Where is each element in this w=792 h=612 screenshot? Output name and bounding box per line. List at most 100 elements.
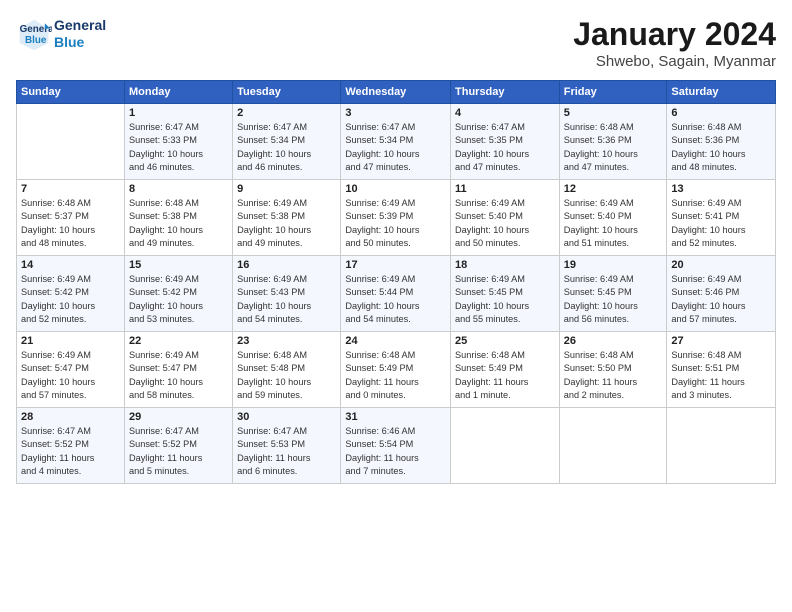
day-info: Sunrise: 6:48 AMSunset: 5:49 PMDaylight:… [345, 349, 446, 402]
day-info: Sunrise: 6:49 AMSunset: 5:41 PMDaylight:… [671, 197, 771, 250]
day-number: 7 [21, 183, 120, 195]
calendar-cell: 14 Sunrise: 6:49 AMSunset: 5:42 PMDayligh… [17, 256, 125, 332]
day-number: 23 [237, 335, 336, 347]
location-title: Shwebo, Sagain, Myanmar [573, 53, 776, 70]
calendar-cell: 15 Sunrise: 6:49 AMSunset: 5:42 PMDayligh… [124, 256, 232, 332]
day-info: Sunrise: 6:49 AMSunset: 5:42 PMDaylight:… [129, 273, 228, 326]
calendar-cell: 20 Sunrise: 6:49 AMSunset: 5:46 PMDayligh… [667, 256, 776, 332]
calendar-cell: 31 Sunrise: 6:46 AMSunset: 5:54 PMDayligh… [341, 408, 451, 484]
calendar-cell: 10 Sunrise: 6:49 AMSunset: 5:39 PMDayligh… [341, 180, 451, 256]
day-info: Sunrise: 6:48 AMSunset: 5:48 PMDaylight:… [237, 349, 336, 402]
calendar-cell: 29 Sunrise: 6:47 AMSunset: 5:52 PMDayligh… [124, 408, 232, 484]
calendar-week-3: 14 Sunrise: 6:49 AMSunset: 5:42 PMDayligh… [17, 256, 776, 332]
day-info: Sunrise: 6:49 AMSunset: 5:46 PMDaylight:… [671, 273, 771, 326]
calendar-cell [667, 408, 776, 484]
calendar-cell: 30 Sunrise: 6:47 AMSunset: 5:53 PMDayligh… [233, 408, 341, 484]
calendar-cell: 7 Sunrise: 6:48 AMSunset: 5:37 PMDaylight… [17, 180, 125, 256]
calendar-cell: 4 Sunrise: 6:47 AMSunset: 5:35 PMDaylight… [451, 104, 560, 180]
calendar-cell: 27 Sunrise: 6:48 AMSunset: 5:51 PMDayligh… [667, 332, 776, 408]
day-number: 8 [129, 183, 228, 195]
logo-text-line2: Blue [54, 34, 106, 51]
header-saturday: Saturday [667, 81, 776, 104]
calendar-cell: 13 Sunrise: 6:49 AMSunset: 5:41 PMDayligh… [667, 180, 776, 256]
day-info: Sunrise: 6:48 AMSunset: 5:38 PMDaylight:… [129, 197, 228, 250]
day-number: 4 [455, 107, 555, 119]
calendar-cell: 21 Sunrise: 6:49 AMSunset: 5:47 PMDayligh… [17, 332, 125, 408]
day-info: Sunrise: 6:49 AMSunset: 5:42 PMDaylight:… [21, 273, 120, 326]
header: General Blue General Blue January 2024 S… [16, 16, 776, 70]
day-number: 3 [345, 107, 446, 119]
title-block: January 2024 Shwebo, Sagain, Myanmar [573, 16, 776, 70]
calendar-cell: 5Sunrise: 6:48 AMSunset: 5:36 PMDaylight… [559, 104, 667, 180]
day-number: 15 [129, 259, 228, 271]
day-number: 18 [455, 259, 555, 271]
day-info: Sunrise: 6:48 AMSunset: 5:49 PMDaylight:… [455, 349, 555, 402]
day-number: 28 [21, 411, 120, 423]
calendar-cell [451, 408, 560, 484]
day-number: 9 [237, 183, 336, 195]
day-number: 12 [564, 183, 663, 195]
svg-text:Blue: Blue [25, 35, 47, 46]
logo-icon: General Blue [16, 16, 52, 52]
calendar-cell: 16Sunrise: 6:49 AMSunset: 5:43 PMDayligh… [233, 256, 341, 332]
header-sunday: Sunday [17, 81, 125, 104]
day-number: 13 [671, 183, 771, 195]
day-info: Sunrise: 6:48 AMSunset: 5:37 PMDaylight:… [21, 197, 120, 250]
day-number: 14 [21, 259, 120, 271]
calendar-cell: 22 Sunrise: 6:49 AMSunset: 5:47 PMDayligh… [124, 332, 232, 408]
day-number: 1 [129, 107, 228, 119]
day-info: Sunrise: 6:49 AMSunset: 5:44 PMDaylight:… [345, 273, 446, 326]
day-number: 21 [21, 335, 120, 347]
calendar-cell: 8 Sunrise: 6:48 AMSunset: 5:38 PMDaylight… [124, 180, 232, 256]
day-number: 24 [345, 335, 446, 347]
day-number: 22 [129, 335, 228, 347]
day-info: Sunrise: 6:49 AMSunset: 5:47 PMDaylight:… [129, 349, 228, 402]
calendar-table: SundayMondayTuesdayWednesdayThursdayFrid… [16, 80, 776, 484]
day-info: Sunrise: 6:48 AMSunset: 5:50 PMDaylight:… [564, 349, 663, 402]
day-info: Sunrise: 6:48 AMSunset: 5:51 PMDaylight:… [671, 349, 771, 402]
day-number: 11 [455, 183, 555, 195]
day-number: 2 [237, 107, 336, 119]
day-number: 30 [237, 411, 336, 423]
day-info: Sunrise: 6:47 AMSunset: 5:35 PMDaylight:… [455, 121, 555, 174]
day-number: 31 [345, 411, 446, 423]
calendar-week-1: 1Sunrise: 6:47 AMSunset: 5:33 PMDaylight… [17, 104, 776, 180]
logo-text-line1: General [54, 17, 106, 34]
calendar-cell [17, 104, 125, 180]
day-info: Sunrise: 6:47 AMSunset: 5:52 PMDaylight:… [129, 425, 228, 478]
day-number: 26 [564, 335, 663, 347]
day-number: 16 [237, 259, 336, 271]
day-number: 19 [564, 259, 663, 271]
day-info: Sunrise: 6:46 AMSunset: 5:54 PMDaylight:… [345, 425, 446, 478]
day-info: Sunrise: 6:48 AMSunset: 5:36 PMDaylight:… [671, 121, 771, 174]
calendar-cell: 9 Sunrise: 6:49 AMSunset: 5:38 PMDaylight… [233, 180, 341, 256]
calendar-week-2: 7 Sunrise: 6:48 AMSunset: 5:37 PMDaylight… [17, 180, 776, 256]
day-number: 25 [455, 335, 555, 347]
day-number: 29 [129, 411, 228, 423]
calendar-cell: 23 Sunrise: 6:48 AMSunset: 5:48 PMDayligh… [233, 332, 341, 408]
header-friday: Friday [559, 81, 667, 104]
day-number: 20 [671, 259, 771, 271]
day-number: 17 [345, 259, 446, 271]
day-number: 10 [345, 183, 446, 195]
day-info: Sunrise: 6:49 AMSunset: 5:40 PMDaylight:… [564, 197, 663, 250]
calendar-cell: 19 Sunrise: 6:49 AMSunset: 5:45 PMDayligh… [559, 256, 667, 332]
calendar-cell: 12 Sunrise: 6:49 AMSunset: 5:40 PMDayligh… [559, 180, 667, 256]
day-info: Sunrise: 6:49 AMSunset: 5:45 PMDaylight:… [455, 273, 555, 326]
day-info: Sunrise: 6:49 AMSunset: 5:47 PMDaylight:… [21, 349, 120, 402]
calendar-cell: 24 Sunrise: 6:48 AMSunset: 5:49 PMDayligh… [341, 332, 451, 408]
day-info: Sunrise: 6:47 AMSunset: 5:53 PMDaylight:… [237, 425, 336, 478]
day-number: 27 [671, 335, 771, 347]
calendar-cell: 1Sunrise: 6:47 AMSunset: 5:33 PMDaylight… [124, 104, 232, 180]
day-number: 6 [671, 107, 771, 119]
day-info: Sunrise: 6:49 AMSunset: 5:38 PMDaylight:… [237, 197, 336, 250]
day-info: Sunrise: 6:47 AMSunset: 5:52 PMDaylight:… [21, 425, 120, 478]
day-info: Sunrise: 6:49 AMSunset: 5:39 PMDaylight:… [345, 197, 446, 250]
calendar-cell: 3Sunrise: 6:47 AMSunset: 5:34 PMDaylight… [341, 104, 451, 180]
day-info: Sunrise: 6:47 AMSunset: 5:34 PMDaylight:… [237, 121, 336, 174]
day-info: Sunrise: 6:49 AMSunset: 5:45 PMDaylight:… [564, 273, 663, 326]
calendar-cell: 17 Sunrise: 6:49 AMSunset: 5:44 PMDayligh… [341, 256, 451, 332]
month-title: January 2024 [573, 16, 776, 53]
logo: General Blue General Blue [16, 16, 106, 52]
day-info: Sunrise: 6:48 AMSunset: 5:36 PMDaylight:… [564, 121, 663, 174]
